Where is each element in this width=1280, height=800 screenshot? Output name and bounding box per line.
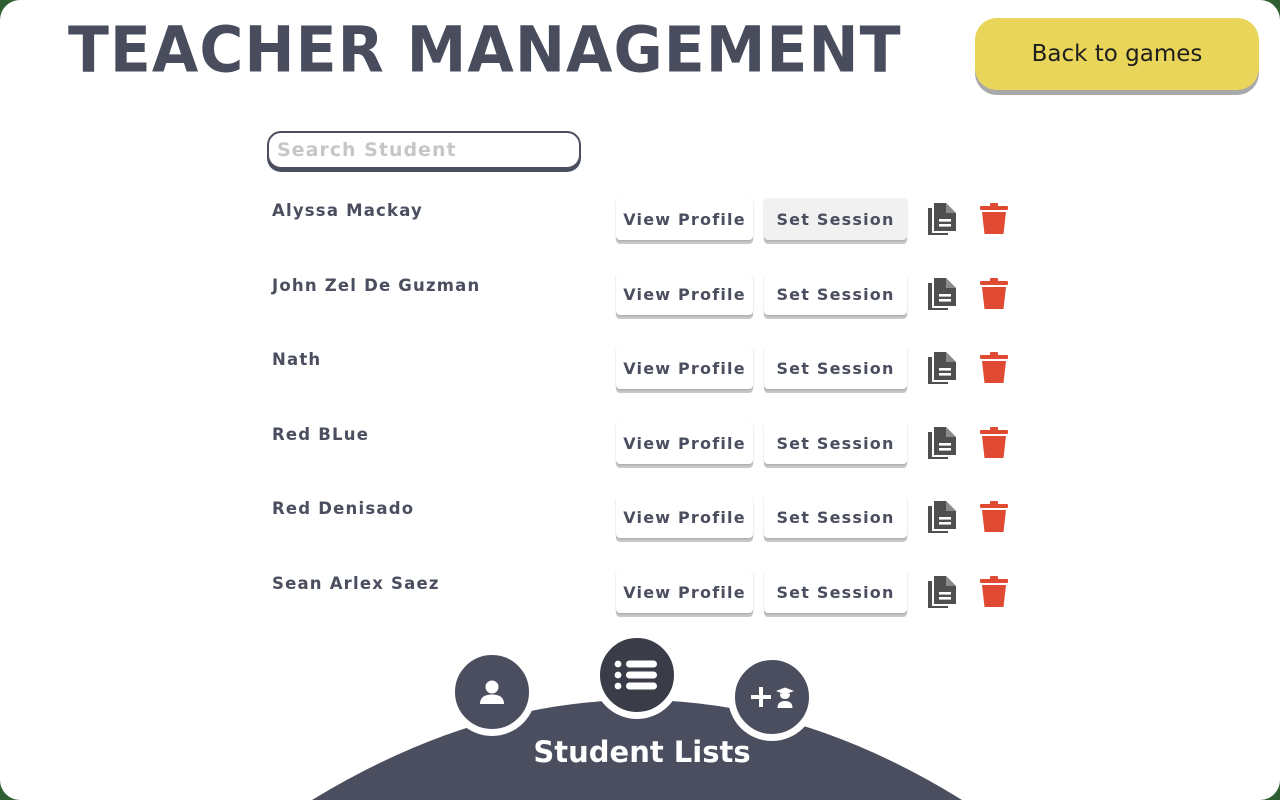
list-icon: [614, 660, 657, 690]
app-frame: TEACHER MANAGEMENT Back to games Alyssa …: [0, 0, 1280, 800]
student-row: Red Denisado View Profile Set Session: [272, 496, 1032, 546]
student-row: Alyssa Mackay View Profile Set Session: [272, 198, 1032, 248]
student-name: Sean Arlex Saez: [272, 574, 440, 593]
student-name: John Zel De Guzman: [272, 276, 481, 295]
document-icon[interactable]: [924, 426, 958, 460]
student-row: Sean Arlex Saez View Profile Set Session: [272, 571, 1032, 621]
set-session-button[interactable]: Set Session: [764, 273, 907, 315]
document-icon[interactable]: [924, 351, 958, 385]
trash-icon[interactable]: [979, 576, 1009, 608]
student-row: Nath View Profile Set Session: [272, 347, 1032, 397]
student-name: Nath: [272, 350, 322, 369]
page-title: TEACHER MANAGEMENT: [68, 14, 902, 88]
trash-icon[interactable]: [979, 278, 1009, 310]
view-profile-button[interactable]: View Profile: [616, 198, 753, 240]
trash-icon[interactable]: [979, 203, 1009, 235]
student-name: Red Denisado: [272, 499, 415, 518]
user-icon: [480, 680, 504, 704]
student-name: Red BLue: [272, 425, 370, 444]
trash-icon[interactable]: [979, 501, 1009, 533]
document-icon[interactable]: [924, 202, 958, 236]
document-icon[interactable]: [924, 575, 958, 609]
set-session-button[interactable]: Set Session: [764, 347, 907, 389]
nav-profile-button[interactable]: [448, 648, 536, 736]
view-profile-button[interactable]: View Profile: [616, 273, 753, 315]
active-nav-label: Student Lists: [533, 735, 751, 769]
document-icon[interactable]: [924, 277, 958, 311]
back-to-games-button[interactable]: Back to games: [975, 18, 1259, 90]
view-profile-button[interactable]: View Profile: [616, 347, 753, 389]
add-student-icon: [751, 687, 794, 708]
document-icon[interactable]: [924, 500, 958, 534]
student-row: John Zel De Guzman View Profile Set Sess…: [272, 273, 1032, 323]
student-row: Red BLue View Profile Set Session: [272, 422, 1032, 472]
view-profile-button[interactable]: View Profile: [616, 422, 753, 464]
trash-icon[interactable]: [979, 427, 1009, 459]
view-profile-button[interactable]: View Profile: [616, 571, 753, 613]
set-session-button[interactable]: Set Session: [764, 422, 907, 464]
search-input[interactable]: [267, 131, 581, 169]
set-session-button[interactable]: Set Session: [764, 496, 907, 538]
set-session-button[interactable]: Set Session: [764, 571, 907, 613]
nav-add-student-button[interactable]: [728, 653, 816, 741]
trash-icon[interactable]: [979, 352, 1009, 384]
set-session-button[interactable]: Set Session: [764, 198, 907, 240]
view-profile-button[interactable]: View Profile: [616, 496, 753, 538]
nav-student-list-button[interactable]: [593, 631, 681, 719]
student-name: Alyssa Mackay: [272, 201, 423, 220]
